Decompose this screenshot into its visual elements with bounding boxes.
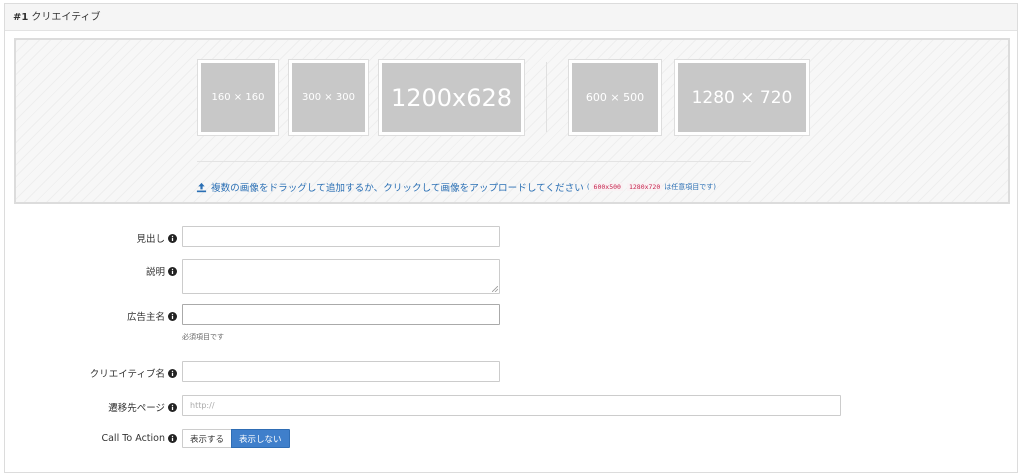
info-circle-icon[interactable] <box>168 402 177 412</box>
advertiser-help-text: 必須項目です <box>182 333 224 341</box>
thumbnail-600x500[interactable]: 600 × 500 <box>568 59 662 136</box>
panel-title: クリエイティブ <box>31 12 101 23</box>
headline-input[interactable] <box>182 226 500 247</box>
dropzone-divider <box>197 161 751 162</box>
upload-instruction: 複数の画像をドラッグして追加するか、クリックして画像をアップロードしてください <box>211 183 584 194</box>
thumbnail-1200x628[interactable]: 1200x628 <box>378 59 525 136</box>
upload-icon <box>196 182 207 192</box>
cta-show-button[interactable]: 表示する <box>182 429 233 448</box>
advertiser-label-text: 広告主名 <box>126 312 165 323</box>
advertiser-label: 広告主名 <box>127 309 177 323</box>
description-label-text: 説明 <box>145 267 165 278</box>
info-circle-icon[interactable] <box>168 368 177 378</box>
thumbnail-label: 1200x628 <box>382 63 521 132</box>
info-circle-icon[interactable] <box>168 434 177 443</box>
description-label: 説明 <box>146 264 177 278</box>
thumbnail-1280x720[interactable]: 1280 × 720 <box>674 59 810 136</box>
destination-label-text: 遷移先ページ <box>108 403 165 414</box>
creative-name-label: クリエイティブ名 <box>90 366 177 380</box>
thumbnail-label: 600 × 500 <box>572 63 658 132</box>
description-textarea[interactable] <box>182 259 500 294</box>
destination-url-input[interactable] <box>182 395 841 416</box>
panel-header: #1 クリエイティブ <box>5 4 1017 31</box>
creative-panel: #1 クリエイティブ 160 × 160 300 × 300 1200x628 6… <box>4 3 1018 473</box>
advertiser-input[interactable] <box>182 304 500 325</box>
paren-open: ( <box>586 183 590 191</box>
upload-link[interactable]: 複数の画像をドラッグして追加するか、クリックして画像をアップロードしてください … <box>196 179 716 195</box>
destination-label: 遷移先ページ <box>108 400 177 414</box>
description-field-wrap <box>182 259 500 294</box>
thumbnail-divider <box>546 62 547 132</box>
thumbnail-label: 160 × 160 <box>201 63 275 132</box>
cta-hide-button[interactable]: 表示しない <box>231 429 290 448</box>
creative-name-input[interactable] <box>182 361 500 382</box>
optional-sizes-note: (600x500 1280x720 は任意項目です) <box>587 182 716 192</box>
cta-label: Call To Action <box>101 433 177 444</box>
info-circle-icon[interactable] <box>168 233 177 243</box>
headline-label-text: 見出し <box>136 234 165 245</box>
optional-size-1280x720: 1280x720 <box>626 183 663 191</box>
info-circle-icon[interactable] <box>168 311 177 321</box>
cta-toggle-group: 表示する 表示しない <box>182 429 290 448</box>
info-circle-icon[interactable] <box>168 266 177 276</box>
panel-number: #1 <box>13 12 29 23</box>
thumbnail-label: 1280 × 720 <box>678 63 806 132</box>
resize-grip-icon[interactable] <box>492 286 498 292</box>
optional-note-text: は任意項目です) <box>664 183 716 191</box>
creative-name-label-text: クリエイティブ名 <box>89 369 165 380</box>
thumbnail-300x300[interactable]: 300 × 300 <box>288 59 369 136</box>
cta-label-text: Call To Action <box>101 433 165 444</box>
image-dropzone[interactable]: 160 × 160 300 × 300 1200x628 600 × 500 1… <box>14 38 1010 204</box>
thumbnail-label: 300 × 300 <box>292 63 365 132</box>
optional-size-600x500: 600x500 <box>591 183 623 191</box>
thumbnail-160x160[interactable]: 160 × 160 <box>197 59 279 136</box>
headline-label: 見出し <box>136 231 177 245</box>
